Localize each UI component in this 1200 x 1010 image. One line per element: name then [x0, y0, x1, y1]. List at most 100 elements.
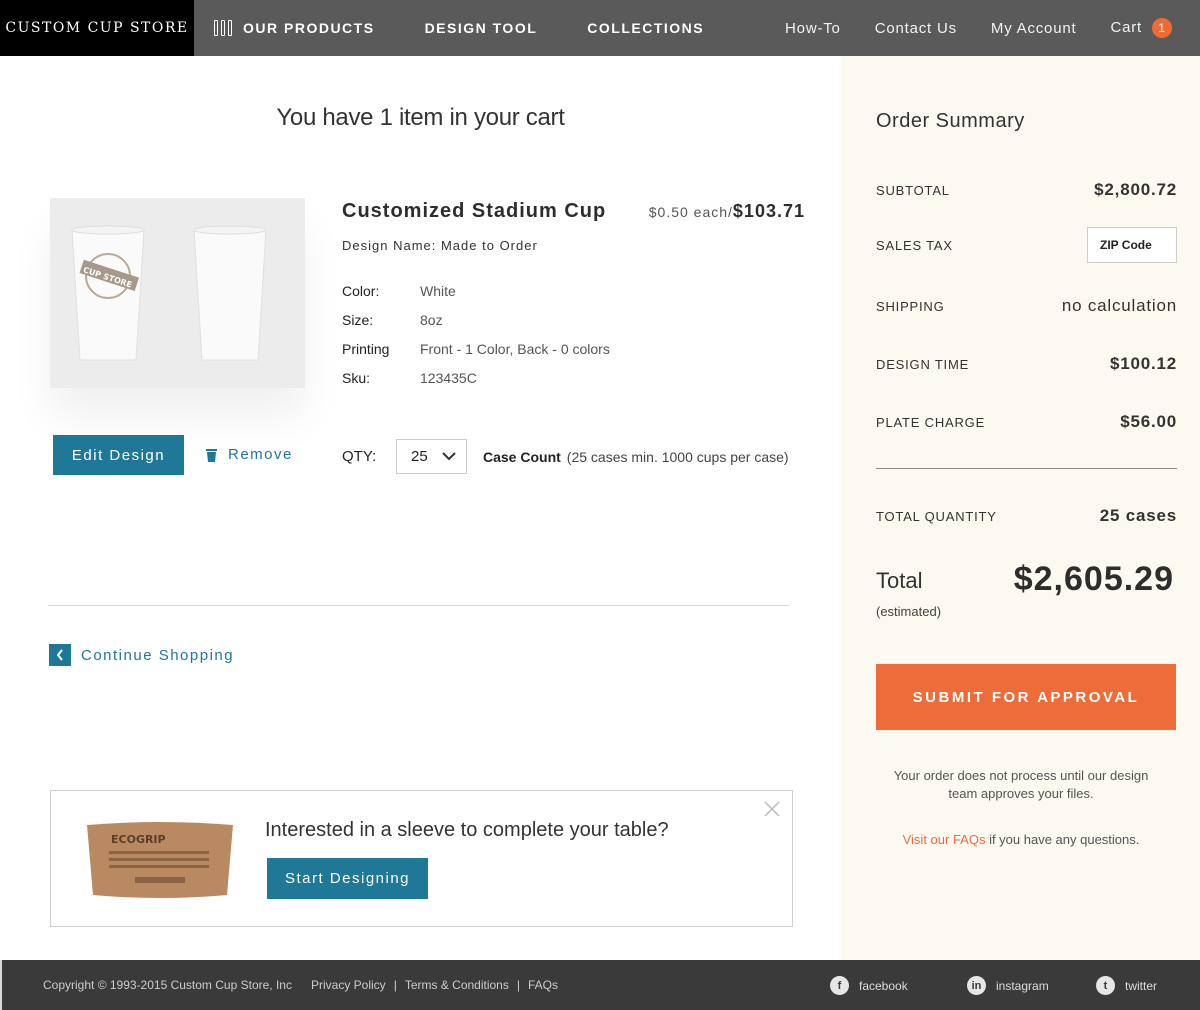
nav-my-account[interactable]: My Account — [991, 20, 1077, 37]
cup-front-image: CUP STORE — [68, 224, 148, 364]
facebook-icon: f — [830, 976, 849, 995]
submit-for-approval-button[interactable]: SUBMIT FOR APPROVAL — [876, 664, 1176, 730]
plate-charge-row: PLATE CHARGE $56.00 — [876, 412, 1177, 432]
order-summary-title: Order Summary — [876, 110, 1025, 132]
spec-row: Printing Front - 1 Color, Back - 0 colors — [342, 334, 610, 363]
edit-design-button[interactable]: Edit Design — [53, 435, 184, 475]
spec-row: Sku: 123435C — [342, 363, 610, 392]
design-time-value: $100.12 — [1109, 354, 1177, 373]
sleeve-image: ECOGRIP — [87, 822, 233, 898]
copyright: Copyright © 1993-2015 Custom Cup Store, … — [43, 978, 292, 992]
nav-cart[interactable]: Cart 1 — [1110, 18, 1172, 38]
footer-links: Privacy Policy | Terms & Conditions | FAQs — [311, 978, 558, 992]
subtotal-label: SUBTOTAL — [876, 182, 950, 198]
sales-tax-label: SALES TAX — [876, 237, 953, 253]
sales-tax-row: SALES TAX ZIP Code — [876, 227, 1177, 263]
footer: Copyright © 1993-2015 Custom Cup Store, … — [0, 960, 1200, 1010]
divider — [48, 605, 789, 606]
instagram-icon: in — [967, 976, 986, 995]
terms-link[interactable]: Terms & Conditions — [405, 978, 509, 992]
plate-charge-label: PLATE CHARGE — [876, 414, 986, 430]
sleeve-brand: ECOGRIP — [111, 833, 166, 846]
cart-count-badge: 1 — [1152, 18, 1172, 38]
cart-main: You have 1 item in your cart CUP STORE C… — [0, 56, 841, 960]
spec-value: Front - 1 Color, Back - 0 colors — [420, 340, 610, 357]
qty-label: QTY: — [342, 448, 377, 465]
spec-label: Color: — [342, 282, 380, 299]
total-label: Total — [876, 568, 923, 593]
faqs-link[interactable]: FAQs — [528, 978, 558, 992]
secondary-nav: How-To Contact Us My Account Cart 1 — [751, 0, 1172, 56]
chevron-left-icon — [49, 644, 71, 666]
close-icon[interactable] — [764, 801, 780, 817]
nav-collections[interactable]: COLLECTIONS — [587, 20, 704, 36]
twitter-label: twitter — [1125, 978, 1158, 993]
total-quantity-row: TOTAL QUANTITY 25 cases — [876, 506, 1177, 526]
sleeve-promo: ECOGRIP Interested in a sleeve to comple… — [50, 790, 793, 927]
total-quantity-value: 25 cases — [1099, 506, 1177, 525]
product-name[interactable]: Customized Stadium Cup — [342, 200, 606, 223]
faq-note-text: if you have any questions. — [985, 832, 1140, 847]
link-separator: | — [393, 978, 397, 992]
spec-value: 8oz — [420, 311, 443, 328]
cup-back-image — [190, 224, 270, 364]
cart-title: You have 1 item in your cart — [276, 104, 565, 131]
continue-shopping-label: Continue Shopping — [81, 646, 235, 664]
remove-label: Remove — [228, 446, 293, 463]
quantity-select[interactable]: 25 — [396, 439, 467, 474]
spec-value: White — [420, 282, 456, 299]
spec-row: Color: White — [342, 276, 610, 305]
nav-how-to[interactable]: How-To — [785, 20, 841, 37]
price-total: $103.71 — [732, 201, 805, 221]
promo-title: Interested in a sleeve to complete your … — [265, 819, 669, 841]
order-summary: Order Summary SUBTOTAL $2,800.72 SALES T… — [841, 56, 1200, 960]
approval-note: Your order does not process until our de… — [893, 768, 1149, 801]
privacy-policy-link[interactable]: Privacy Policy — [311, 978, 386, 992]
case-count-note: (25 cases min. 1000 cups per case) — [566, 449, 789, 465]
quantity-value: 25 — [411, 448, 428, 465]
twitter-link[interactable]: t twitter — [1096, 976, 1157, 995]
product-image: CUP STORE — [50, 198, 305, 388]
faq-note: Visit our FAQs if you have any questions… — [876, 832, 1166, 847]
total-quantity-label: TOTAL QUANTITY — [876, 508, 997, 524]
plate-charge-value: $56.00 — [1120, 412, 1177, 431]
nav-design-tool[interactable]: DESIGN TOOL — [425, 20, 538, 36]
design-time-label: DESIGN TIME — [876, 356, 970, 372]
nav-contact-us[interactable]: Contact Us — [875, 20, 957, 37]
continue-shopping-link[interactable]: Continue Shopping — [49, 644, 234, 666]
remove-button[interactable]: Remove — [206, 446, 293, 463]
total-estimated: (estimated) — [876, 604, 942, 619]
instagram-link[interactable]: in instagram — [967, 976, 1049, 995]
spec-value: 123435C — [420, 369, 477, 386]
main-nav: OUR PRODUCTS DESIGN TOOL COLLECTIONS — [214, 0, 754, 56]
nav-our-products[interactable]: OUR PRODUCTS — [214, 20, 375, 36]
trash-icon — [206, 448, 217, 462]
shipping-label: SHIPPING — [876, 298, 945, 314]
zip-code-field[interactable]: ZIP Code — [1087, 227, 1177, 263]
summary-divider — [876, 468, 1177, 469]
product-price: $0.50 each/$103.71 — [649, 201, 805, 222]
shipping-value: no calculation — [1061, 296, 1177, 315]
design-name: Design Name: Made to Order — [342, 238, 538, 253]
brand-logo[interactable]: CUSTOM CUP STORE — [0, 0, 194, 56]
link-separator: | — [516, 978, 520, 992]
spec-label: Sku: — [342, 369, 371, 386]
nav-cart-label: Cart — [1110, 18, 1142, 36]
instagram-label: instagram — [996, 978, 1049, 993]
spec-label: Printing — [342, 340, 390, 357]
price-each: $0.50 each/ — [648, 204, 733, 220]
subtotal-value: $2,800.72 — [1094, 180, 1177, 199]
start-designing-button[interactable]: Start Designing — [267, 858, 428, 899]
top-nav-bar: CUSTOM CUP STORE OUR PRODUCTS DESIGN TOO… — [0, 0, 1200, 56]
shipping-row: SHIPPING no calculation — [876, 296, 1177, 316]
total-value: $2,605.29 — [1013, 560, 1174, 598]
twitter-icon: t — [1096, 976, 1115, 995]
spec-label: Size: — [342, 311, 374, 328]
facebook-link[interactable]: f facebook — [830, 976, 908, 995]
case-count: Case Count (25 cases min. 1000 cups per c… — [483, 449, 789, 465]
products-grid-icon — [214, 20, 232, 36]
chevron-down-icon — [442, 452, 456, 461]
faq-link[interactable]: Visit our FAQs — [903, 832, 986, 847]
facebook-label: facebook — [859, 978, 908, 993]
product-specs: Color: White Size: 8oz Printing Front - 1 C… — [342, 276, 610, 392]
